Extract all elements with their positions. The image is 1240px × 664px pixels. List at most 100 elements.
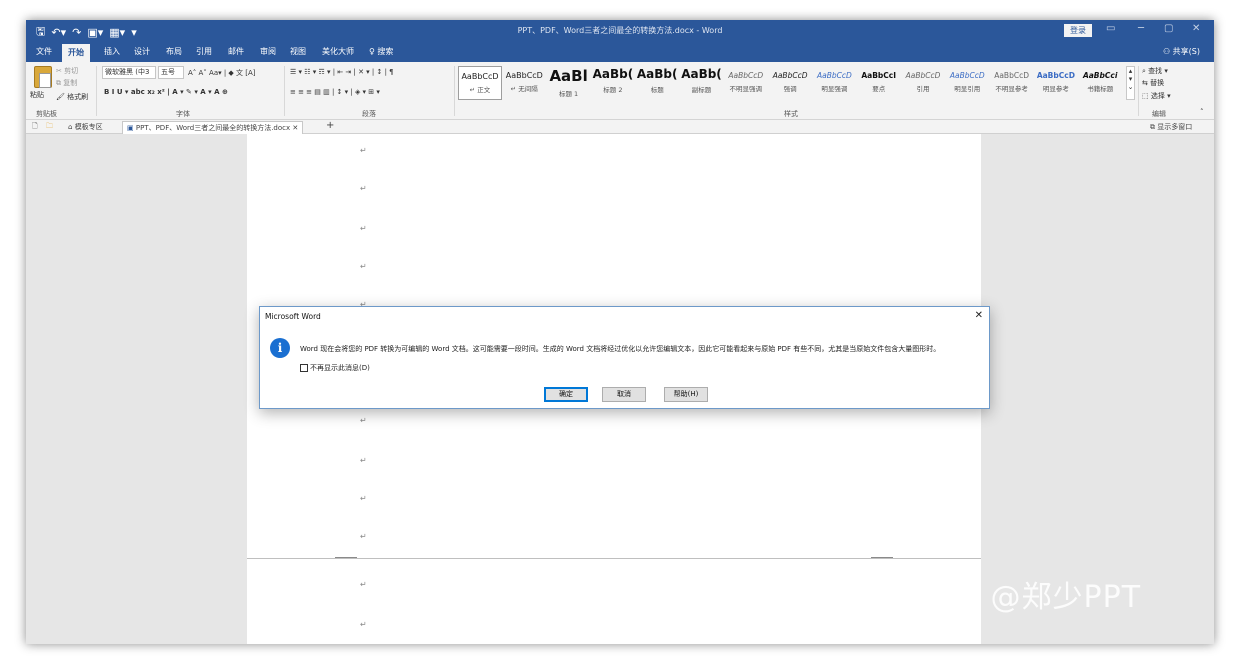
copy-button[interactable]: ⧉ 复制 (56, 78, 77, 88)
ribbon: 粘贴 ✂ 剪切 ⧉ 复制 🖌 格式刷 剪贴板 微软雅黑 (中3 五号 A˄ A˅… (26, 62, 1214, 120)
new-tab-button[interactable]: + (326, 120, 334, 131)
style-name: 标题 (650, 86, 664, 94)
style-name: 明显强调 (821, 85, 848, 93)
style-sample: AaBb( (681, 67, 722, 81)
lightbulb-icon: ♀ (369, 47, 375, 56)
font-grow-shrink-buttons[interactable]: A˄ A˅ Aa▾ | ◆ 文 [A] (188, 68, 256, 78)
paragraph-mark: ↵ (360, 494, 367, 503)
tab-review[interactable]: 审阅 (260, 46, 276, 57)
login-button[interactable]: 登录 (1064, 24, 1092, 37)
open-folder-icon[interactable]: 🗀 (46, 122, 53, 133)
style-sample: AaBl (549, 67, 588, 85)
style-name: 明显引用 (954, 85, 981, 93)
replace-button[interactable]: ⇆ 替换 (1142, 78, 1164, 88)
style-item[interactable]: AaBbCcD 明显强调 (812, 66, 856, 100)
show-multi-window-button[interactable]: ⧉ 显示多窗口 (1150, 122, 1192, 132)
cancel-button[interactable]: 取消 (602, 387, 646, 402)
style-item[interactable]: AaBbCcI 要点 (857, 66, 901, 100)
style-name: 副标题 (691, 86, 712, 94)
dialog-title: Microsoft Word (265, 312, 321, 321)
style-item[interactable]: AaBbCcD ↵ 正文 (458, 66, 502, 100)
style-sample: AaBbCcD (505, 71, 543, 80)
tab-close-icon[interactable]: ✕ (292, 124, 298, 132)
style-sample: AaBbCcI (861, 71, 897, 80)
style-sample: AaBbCcD (949, 71, 985, 80)
font-format-buttons[interactable]: B I U ▾ abc x₂ x² | A ▾ ✎ ▾ A ▾ A ⊕ (104, 88, 228, 96)
person-icon: ⚇ (1162, 47, 1171, 56)
tab-view[interactable]: 视图 (290, 46, 306, 57)
format-painter-button[interactable]: 🖌 格式刷 (56, 92, 88, 102)
info-icon: i (270, 338, 290, 358)
style-item[interactable]: AaBbCcD 明显引用 (945, 66, 989, 100)
style-name: 强调 (783, 85, 797, 93)
paragraph-mark: ↵ (360, 146, 367, 155)
style-sample: AaBb( (636, 67, 678, 81)
paragraph-mark: ↵ (360, 224, 367, 233)
window-title: PPT、PDF、Word三者之间最全的转换方法.docx - Word (517, 26, 723, 35)
group-separator (454, 66, 455, 116)
minimize-icon[interactable]: ─ (1138, 23, 1144, 34)
tab-references[interactable]: 引用 (196, 46, 212, 57)
format-painter-label: 格式刷 (67, 93, 89, 101)
style-name: ↵ 无间隔 (510, 85, 538, 93)
find-button[interactable]: ⌕ 查找 ▾ (1142, 66, 1168, 76)
new-doc-icon[interactable]: 🗋 (32, 122, 38, 133)
style-name: 要点 (872, 85, 886, 93)
style-item[interactable]: AaBbCcD 不明显强调 (724, 66, 768, 100)
tab-beautify[interactable]: 美化大师 (322, 46, 354, 57)
tell-me-label: 搜索 (377, 47, 394, 56)
document-tab[interactable]: ▣ PPT、PDF、Word三者之间最全的转换方法.docx ✕ (122, 121, 304, 134)
ribbon-display-icon[interactable]: ▭ (1106, 23, 1115, 34)
style-item[interactable]: AaBb( 副标题 (680, 66, 724, 100)
tab-layout[interactable]: 布局 (166, 46, 182, 57)
tab-design[interactable]: 设计 (134, 46, 150, 57)
style-item[interactable]: AaBbCci 书籍标题 (1078, 66, 1122, 100)
style-item[interactable]: AaBb( 标题 (635, 66, 679, 100)
styles-group-label: 样式 (784, 110, 798, 118)
font-size-select[interactable]: 五号 (158, 66, 184, 79)
cut-button[interactable]: ✂ 剪切 (56, 66, 78, 76)
style-sample: AaBb( (592, 67, 634, 81)
word-doc-icon: ▣ (127, 124, 134, 132)
help-button[interactable]: 帮助(H) (664, 387, 708, 402)
ok-button[interactable]: 确定 (544, 387, 588, 402)
tab-insert[interactable]: 插入 (104, 46, 120, 57)
style-sample: AaBbCcD (461, 72, 499, 81)
style-item[interactable]: AaBbCcD 不明显参考 (990, 66, 1034, 100)
template-zone-tab[interactable]: ⌂ 模板专区 (68, 122, 103, 132)
checkbox-box[interactable] (300, 364, 308, 372)
word-window: 🖫 ↶▾ ↷ ▣▾ ▦▾ ▾ PPT、PDF、Word三者之间最全的转换方法.d… (26, 20, 1214, 644)
style-item[interactable]: AaBbCcD 强调 (768, 66, 812, 100)
collapse-ribbon-icon[interactable]: ˄ (1200, 108, 1204, 116)
dialog-message: Word 现在会将您的 PDF 转换为可编辑的 Word 文档。这可能需要一段时… (300, 345, 941, 353)
show-multi-window-label: 显示多窗口 (1157, 123, 1193, 131)
style-name: 标题 2 (603, 86, 623, 94)
share-label: 共享(S) (1172, 47, 1200, 56)
list-buttons[interactable]: ☰ ▾ ☷ ▾ ☶ ▾ | ⇤ ⇥ | ✕ ▾ | ↕ | ¶ (290, 68, 394, 76)
tell-me-search[interactable]: ♀ 搜索 (369, 46, 393, 57)
maximize-icon[interactable]: ▢ (1164, 23, 1173, 34)
group-separator (1138, 66, 1139, 116)
document-tab-bar: 🗋 🗀 ⌂ 模板专区 ▣ PPT、PDF、Word三者之间最全的转换方法.doc… (26, 120, 1214, 134)
tab-file[interactable]: 文件 (36, 46, 52, 57)
dont-show-again-checkbox[interactable]: 不再显示此消息(D) (300, 363, 370, 373)
style-item[interactable]: AaBb( 标题 2 (591, 66, 635, 100)
style-item[interactable]: AaBbCcD 引用 (901, 66, 945, 100)
paragraph-mark: ↵ (360, 262, 367, 271)
font-name-select[interactable]: 微软雅黑 (中3 (102, 66, 156, 79)
select-button[interactable]: ⬚ 选择 ▾ (1142, 91, 1171, 101)
dialog-close-icon[interactable]: ✕ (975, 310, 983, 321)
close-icon[interactable]: ✕ (1192, 23, 1200, 34)
paste-icon[interactable] (34, 66, 52, 88)
copy-label: 复制 (63, 79, 78, 87)
style-item[interactable]: AaBbCcD ↵ 无间隔 (502, 66, 546, 100)
tab-home[interactable]: 开始 (62, 44, 90, 62)
styles-scroll-button[interactable]: ▴ ▾ ⌄ (1126, 66, 1135, 100)
font-group-label: 字体 (176, 110, 190, 118)
style-item[interactable]: AaBbCcD 明显参考 (1034, 66, 1078, 100)
tab-mailings[interactable]: 邮件 (228, 46, 244, 57)
share-button[interactable]: ⚇ 共享(S) (1163, 46, 1200, 57)
alignment-buttons[interactable]: ≡ ≡ ≡ ▤ ▥ | ↕ ▾ | ◈ ▾ ⊞ ▾ (290, 88, 380, 96)
paste-button[interactable]: 粘贴 (30, 90, 44, 100)
style-item[interactable]: AaBl 标题 1 (547, 66, 591, 100)
